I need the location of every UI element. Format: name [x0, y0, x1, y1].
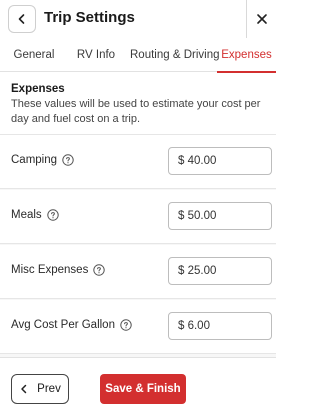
- expense-row-meals: Meals: [0, 190, 276, 244]
- expense-row-misc: Misc Expenses: [0, 245, 276, 299]
- save-finish-button[interactable]: Save & Finish: [100, 374, 186, 404]
- prev-button-label: Prev: [37, 383, 61, 395]
- help-circle-icon[interactable]: [62, 154, 74, 166]
- expense-row-gallon: Avg Cost Per Gallon: [0, 300, 276, 354]
- save-finish-label: Save & Finish: [105, 383, 181, 395]
- expense-label: Avg Cost Per Gallon: [11, 319, 132, 331]
- page-title: Trip Settings: [44, 9, 135, 26]
- prev-button[interactable]: Prev: [11, 374, 69, 404]
- section-title: Expenses: [11, 83, 65, 95]
- tab-bar: General RV Info Routing & Driving Expens…: [0, 38, 276, 73]
- help-circle-icon[interactable]: [120, 319, 132, 331]
- chevron-left-icon: [18, 14, 25, 24]
- expense-label: Misc Expenses: [11, 264, 106, 276]
- header: Trip Settings: [0, 0, 276, 38]
- misc-expenses-input[interactable]: [168, 257, 272, 285]
- tab-general[interactable]: General: [9, 38, 59, 72]
- avg-cost-per-gallon-input[interactable]: [168, 312, 272, 340]
- chevron-left-icon: [21, 384, 27, 394]
- help-circle-icon[interactable]: [93, 264, 106, 276]
- expense-row-camping: Camping: [0, 135, 276, 189]
- back-button[interactable]: [8, 5, 36, 33]
- section-description: These values will be used to estimate yo…: [11, 98, 261, 125]
- expenses-content: Expenses These values will be used to es…: [0, 73, 276, 357]
- trip-settings-panel: Trip Settings General RV Info Routing & …: [0, 0, 276, 411]
- tab-rv-info[interactable]: RV Info: [72, 38, 120, 72]
- close-icon: [256, 14, 267, 24]
- expense-label-text: Meals: [11, 209, 42, 221]
- expense-label-text: Avg Cost Per Gallon: [11, 319, 115, 331]
- expense-label-text: Misc Expenses: [11, 264, 89, 276]
- close-button[interactable]: [246, 0, 276, 38]
- footer: Prev Save & Finish: [0, 357, 276, 411]
- tab-routing-driving[interactable]: Routing & Driving: [130, 38, 219, 72]
- camping-input[interactable]: [168, 147, 272, 175]
- tab-expenses[interactable]: Expenses: [217, 38, 276, 73]
- meals-input[interactable]: [168, 202, 272, 230]
- expense-label-text: Camping: [11, 154, 58, 166]
- section-header: Expenses These values will be used to es…: [0, 73, 276, 135]
- expense-label: Meals: [11, 209, 59, 221]
- help-circle-icon[interactable]: [46, 209, 59, 221]
- expense-label: Camping: [11, 154, 74, 166]
